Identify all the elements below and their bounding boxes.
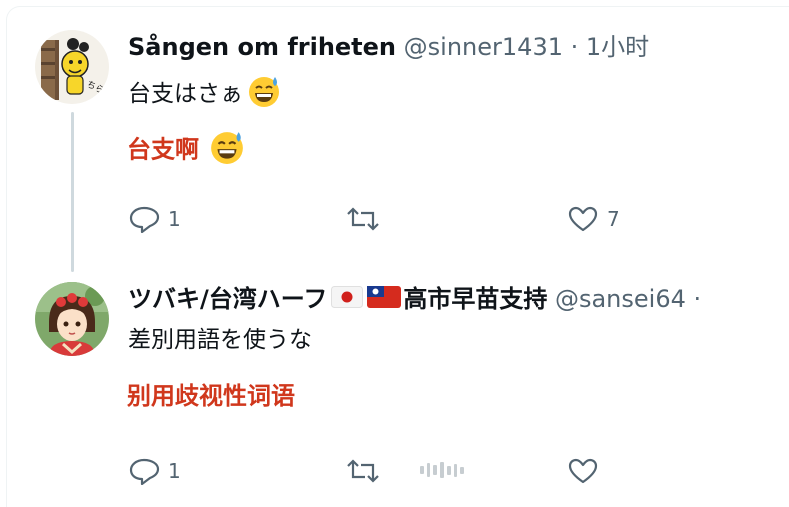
like-button[interactable]: 7 <box>567 205 620 233</box>
timeline-frame <box>6 6 789 507</box>
separator-dot: · <box>570 33 579 61</box>
reply-count: 1 <box>168 207 181 231</box>
avatar-sansei64[interactable] <box>35 282 109 356</box>
reply-button[interactable]: 1 <box>128 205 181 233</box>
tweet-text: 差別用語を使うな <box>128 327 312 353</box>
author-name[interactable]: Sången om friheten <box>128 33 396 61</box>
heart-icon <box>568 206 598 232</box>
reply-icon <box>129 206 160 233</box>
grinning-face-with-sweat-icon <box>209 129 245 172</box>
retweet-icon <box>347 207 379 231</box>
tweet-text: 台支はさぁ <box>128 81 243 107</box>
translation-text: 别用歧视性词语 <box>127 382 295 410</box>
thread-connector-line <box>71 112 74 272</box>
author-handle[interactable]: @sinner1431 <box>404 33 563 61</box>
tweet-1-text-row: 台支はさぁ <box>128 74 281 115</box>
watermark-bars <box>420 458 465 482</box>
author-name-suffix[interactable]: 高市早苗支持 <box>403 285 547 313</box>
reply-button[interactable]: 1 <box>128 457 181 485</box>
like-count: 7 <box>607 207 620 231</box>
heart-icon <box>568 458 598 484</box>
tweet-1-translation-row: 台支啊 <box>127 129 245 172</box>
like-button[interactable] <box>567 457 599 485</box>
retweet-button[interactable] <box>345 205 381 233</box>
japan-flag-icon <box>331 286 364 314</box>
reply-count: 1 <box>168 459 181 483</box>
translation-text: 台支啊 <box>127 135 199 164</box>
separator-dot: · <box>693 285 702 313</box>
grinning-face-with-sweat-icon <box>247 74 281 115</box>
tweet-2-header: ツバキ/台湾ハーフ 高市早苗支持 @sansei64 · <box>128 285 701 314</box>
taiwan-flag-icon <box>367 286 402 314</box>
tweet-2-translation-row: 别用歧视性词语 <box>127 381 295 411</box>
author-name[interactable]: ツバキ/台湾ハーフ <box>128 285 327 313</box>
tweet-2-text-row: 差別用語を使うな <box>128 326 312 354</box>
retweet-icon <box>347 459 379 483</box>
retweet-button[interactable] <box>345 457 381 485</box>
avatar-sinner1431[interactable]: ちら <box>35 30 109 104</box>
tweet-1-header: Sången om friheten @sinner1431 · 1小时 <box>128 33 649 61</box>
tweet-timestamp[interactable]: 1小时 <box>586 33 649 61</box>
reply-icon <box>129 458 160 485</box>
author-handle[interactable]: @sansei64 <box>555 285 686 313</box>
